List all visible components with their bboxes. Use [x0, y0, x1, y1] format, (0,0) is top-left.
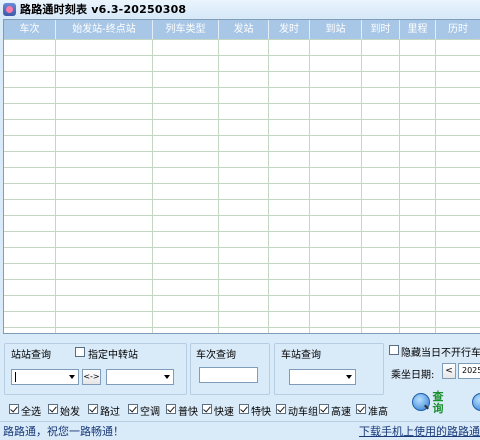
prev-date-button[interactable]: <: [442, 363, 456, 379]
filter-ordinary-label: 普快: [178, 407, 198, 418]
date-label: 乘坐日期:: [391, 370, 435, 381]
col-header-depart-station[interactable]: 发站: [219, 20, 269, 39]
col-header-train-type[interactable]: 列车类型: [153, 20, 219, 39]
filter-express-label: 特快: [251, 407, 271, 418]
filter-origin-label: 始发: [60, 407, 80, 418]
train-query-label: 车次查询: [196, 346, 236, 361]
col-header-route[interactable]: 始发站-终点站: [56, 20, 153, 39]
title-bar: 路路通时刻表 v6.3-20250308: [0, 0, 480, 18]
filter-origin-checkbox[interactable]: [48, 404, 58, 414]
station-query-label: 站站查询: [11, 346, 51, 361]
filter-passing-checkbox[interactable]: [88, 404, 98, 414]
query-panel: 站站查询 指定中转站 <-> 车次查询 车站查询 隐藏当日不开行车次 乘坐日期:…: [0, 333, 480, 419]
to-station-combo[interactable]: [106, 369, 174, 385]
status-message: 路路通，祝您一路畅通！: [3, 425, 124, 438]
status-bar: 路路通，祝您一路畅通！ 下载手机上使用的路路通: [0, 421, 480, 440]
swap-stations-button[interactable]: <->: [82, 369, 101, 385]
search-icon[interactable]: [412, 393, 430, 411]
station-search-combo[interactable]: [289, 369, 356, 385]
filter-highspeed-checkbox[interactable]: [319, 404, 329, 414]
filter-all-label: 全选: [21, 407, 41, 418]
filter-ac-checkbox[interactable]: [128, 404, 138, 414]
filter-passing-label: 路过: [100, 407, 120, 418]
station-search-label: 车站查询: [281, 346, 321, 361]
query-button-line2[interactable]: 询: [432, 403, 444, 414]
table-header: 车次 始发站-终点站 列车类型 发站 发时 到站 到时 里程 历时: [4, 20, 480, 39]
table-body: [4, 39, 480, 333]
chevron-down-icon: [164, 375, 170, 379]
filter-ac-label: 空调: [140, 407, 160, 418]
filter-fast-checkbox[interactable]: [202, 404, 212, 414]
filter-fast-label: 快速: [214, 407, 234, 418]
col-header-arrive-station[interactable]: 到站: [310, 20, 362, 39]
col-header-depart-time[interactable]: 发时: [269, 20, 310, 39]
col-header-duration[interactable]: 历时: [436, 20, 480, 39]
col-header-train-no[interactable]: 车次: [4, 20, 56, 39]
app-logo-icon: [3, 2, 16, 16]
download-mobile-link[interactable]: 下载手机上使用的路路通: [359, 423, 480, 439]
col-header-distance[interactable]: 里程: [400, 20, 436, 39]
col-header-arrive-time[interactable]: 到时: [362, 20, 400, 39]
window-title: 路路通时刻表 v6.3-20250308: [20, 3, 187, 16]
chevron-down-icon: [346, 375, 352, 379]
filter-express-checkbox[interactable]: [239, 404, 249, 414]
filter-highspeed-label: 高速: [331, 407, 351, 418]
query-button-line1[interactable]: 查: [432, 391, 444, 402]
transfer-label: 指定中转站: [88, 350, 138, 361]
filter-emu-checkbox[interactable]: [276, 404, 286, 414]
results-table[interactable]: 车次 始发站-终点站 列车类型 发站 发时 到站 到时 里程 历时: [3, 19, 480, 334]
secondary-search-icon[interactable]: [472, 393, 480, 411]
date-picker[interactable]: 2025-: [458, 363, 480, 379]
filter-ordinary-checkbox[interactable]: [166, 404, 176, 414]
hide-not-running-label: 隐藏当日不开行车次: [401, 348, 480, 359]
train-number-input[interactable]: [199, 367, 258, 383]
hide-not-running-checkbox[interactable]: [389, 345, 399, 355]
chevron-down-icon: [69, 375, 75, 379]
from-station-combo[interactable]: [11, 369, 79, 385]
filter-semi-highspeed-checkbox[interactable]: [356, 404, 366, 414]
filter-emu-label: 动车组: [288, 407, 318, 418]
transfer-checkbox[interactable]: [75, 347, 85, 357]
filter-semi-highspeed-label: 准高: [368, 407, 388, 418]
filter-all-checkbox[interactable]: [9, 404, 19, 414]
